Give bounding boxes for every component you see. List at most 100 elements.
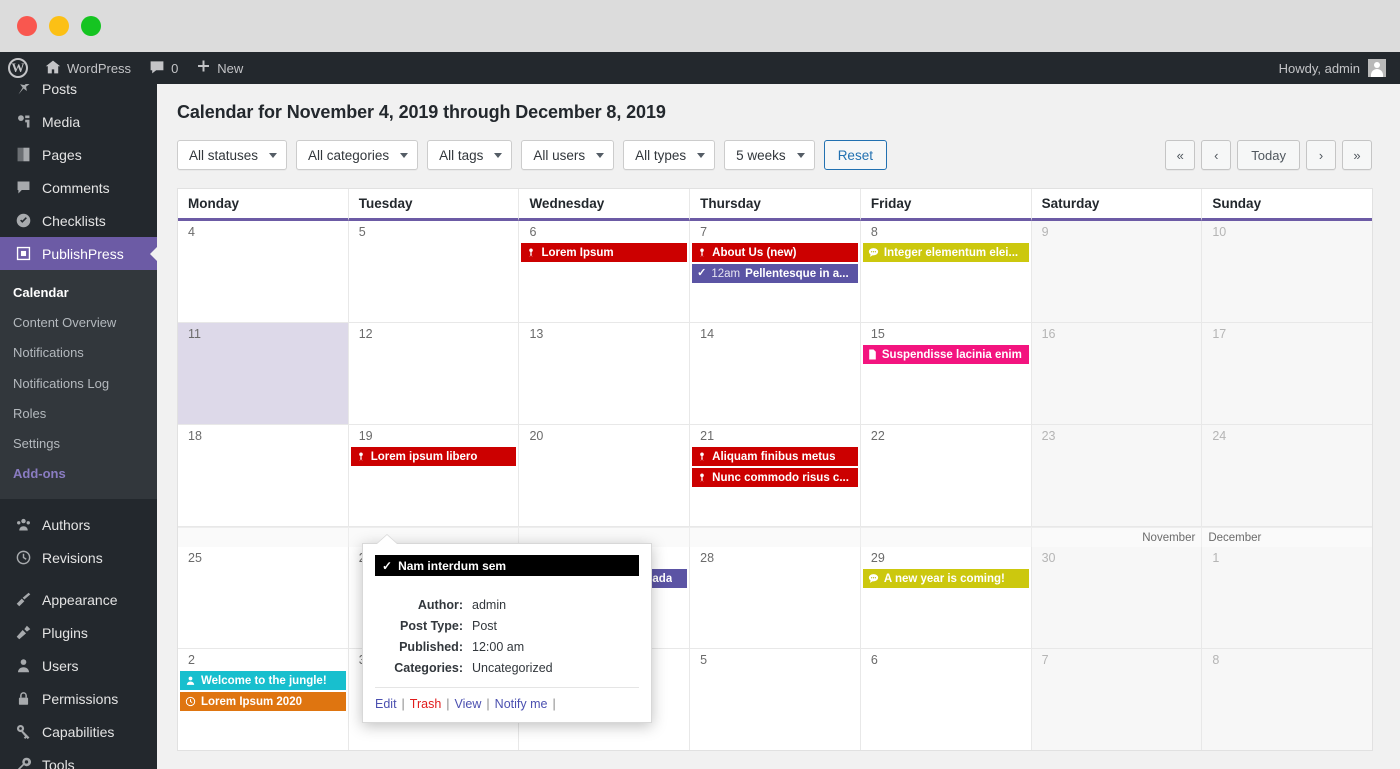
sidebar-item-publishpress[interactable]: PublishPress	[0, 237, 157, 270]
calendar-day-cell[interactable]: 22	[860, 425, 1032, 526]
calendar-day-cell[interactable]: 5	[690, 649, 861, 750]
calendar-day-cell[interactable]: 4	[178, 221, 349, 322]
calendar-event[interactable]: Nunc commodo risus c...	[692, 468, 858, 487]
close-window-button[interactable]	[17, 16, 37, 36]
new-content-menu[interactable]: New	[187, 52, 252, 84]
filter-types[interactable]: All types	[623, 140, 716, 170]
submenu-item-notifications[interactable]: Notifications	[0, 338, 157, 368]
sidebar-item-authors[interactable]: Authors	[0, 508, 157, 541]
calendar-day-cell[interactable]: 12	[348, 323, 520, 424]
sidebar-item-pages[interactable]: Pages	[0, 138, 157, 171]
calendar-event[interactable]: A new year is coming!	[862, 569, 1029, 588]
submenu-item-settings[interactable]: Settings	[0, 429, 157, 459]
sidebar-item-permissions[interactable]: Permissions	[0, 682, 157, 715]
calendar-day-cell[interactable]: 9	[1031, 221, 1203, 322]
submenu-item-roles[interactable]: Roles	[0, 399, 157, 429]
site-name-menu[interactable]: WordPress	[36, 52, 140, 84]
sidebar-item-media[interactable]: Media	[0, 105, 157, 138]
calendar-event[interactable]: Suspendisse lacinia enim	[862, 345, 1029, 364]
today-button[interactable]: Today	[1237, 140, 1300, 170]
filter-weeks[interactable]: 5 weeks	[724, 140, 815, 170]
submenu-item-calendar[interactable]: Calendar	[0, 278, 157, 308]
calendar-day-cell[interactable]: 24	[1202, 425, 1373, 526]
sidebar-item-tools[interactable]: Tools	[0, 748, 157, 769]
next-week-button[interactable]: ›	[1306, 140, 1336, 170]
calendar-event[interactable]: Lorem Ipsum	[521, 243, 688, 262]
sidebar-item-appearance[interactable]: Appearance	[0, 583, 157, 616]
calendar-day-cell[interactable]: 25	[178, 547, 349, 648]
calendar-toolbar: All statuses All categories All tags All…	[177, 140, 1400, 170]
day-number: 16	[1041, 327, 1056, 341]
calendar-day-cell[interactable]: 20	[519, 425, 691, 526]
calendar-day-cell[interactable]: 7 About Us (new) ✓ 12am Pellentesque in a...	[690, 221, 861, 322]
calendar-day-cell[interactable]: 2 Welcome to the jungle! Lorem Ipsum 2020	[178, 649, 349, 750]
trash-link[interactable]: Trash	[410, 697, 442, 711]
calendar-day-cell[interactable]: 23	[1031, 425, 1203, 526]
calendar-day-cell[interactable]: 6	[860, 649, 1032, 750]
minimize-window-button[interactable]	[49, 16, 69, 36]
submenu-item-notifications-log[interactable]: Notifications Log	[0, 369, 157, 399]
sidebar-item-checklists[interactable]: Checklists	[0, 204, 157, 237]
pin-icon	[697, 247, 707, 258]
calendar-day-cell[interactable]: 14	[690, 323, 861, 424]
calendar-day-cell[interactable]: 7	[1031, 649, 1203, 750]
comments-bubble[interactable]: 0	[140, 52, 187, 84]
calendar-day-cell[interactable]: 28	[690, 547, 861, 648]
sidebar-item-revisions[interactable]: Revisions	[0, 541, 157, 574]
calendar-event[interactable]: Lorem Ipsum 2020	[180, 692, 346, 711]
calendar-event[interactable]: Lorem ipsum libero	[350, 447, 517, 466]
calendar-day-cell[interactable]: 6 Lorem Ipsum	[519, 221, 691, 322]
day-number: 21	[700, 429, 715, 443]
calendar-day-cell[interactable]: 16	[1031, 323, 1203, 424]
calendar-event[interactable]: About Us (new)	[692, 243, 858, 262]
sidebar-item-posts[interactable]: Posts	[0, 84, 157, 105]
filter-tags[interactable]: All tags	[427, 140, 513, 170]
calendar-day-cell[interactable]: 10	[1202, 221, 1373, 322]
calendar-day-cell[interactable]: 11	[178, 323, 349, 424]
calendar-day-cell[interactable]: 19 Lorem ipsum libero	[348, 425, 520, 526]
notify-me-link[interactable]: Notify me	[495, 697, 548, 711]
filter-tags-value: All tags	[439, 147, 484, 163]
maximize-window-button[interactable]	[81, 16, 101, 36]
filter-status[interactable]: All statuses	[177, 140, 288, 170]
calendar-day-cell[interactable]: 18	[178, 425, 349, 526]
calendar-day-cell[interactable]: 30	[1031, 547, 1203, 648]
day-number: 6	[529, 225, 537, 239]
day-header-tuesday: Tuesday	[348, 189, 520, 221]
avatar	[1368, 59, 1386, 77]
calendar-body: 4 5 6 Lorem Ipsum 7 About Us (new) ✓ 12am Pellen…	[178, 221, 1373, 750]
view-link[interactable]: View	[455, 697, 482, 711]
sidebar-item-users[interactable]: Users	[0, 649, 157, 682]
calendar-day-cell[interactable]: 8	[1202, 649, 1373, 750]
calendar-event[interactable]: ✓ 12am Pellentesque in a...	[692, 264, 858, 283]
sidebar-item-capabilities[interactable]: Capabilities	[0, 715, 157, 748]
sidebar-item-comments[interactable]: Comments	[0, 171, 157, 204]
comment-icon	[868, 573, 879, 584]
calendar-event[interactable]: Aliquam finibus metus	[692, 447, 858, 466]
prev-month-button[interactable]: «	[1165, 140, 1196, 170]
calendar-day-cell[interactable]: 29 A new year is coming!	[860, 547, 1032, 648]
filter-users[interactable]: All users	[521, 140, 615, 170]
calendar-event[interactable]: Welcome to the jungle!	[180, 671, 346, 690]
publishpress-submenu[interactable]: Calendar Content Overview Notifications …	[0, 270, 157, 500]
account-menu[interactable]: Howdy, admin	[1279, 59, 1400, 77]
calendar-day-cell[interactable]: 21 Aliquam finibus metus Nunc commodo risu…	[690, 425, 861, 526]
submenu-item-addons[interactable]: Add-ons	[0, 459, 157, 489]
admin-sidebar[interactable]: Posts Media Pages Comments Checklists Pu…	[0, 84, 157, 769]
day-number: 9	[1041, 225, 1049, 239]
calendar-event[interactable]: Integer elementum elei...	[862, 243, 1029, 262]
submenu-item-content-overview[interactable]: Content Overview	[0, 308, 157, 338]
wordpress-logo-menu[interactable]: W	[0, 52, 36, 84]
calendar-day-cell[interactable]: 8 Integer elementum elei...	[860, 221, 1032, 322]
calendar-day-cell[interactable]: 1	[1202, 547, 1373, 648]
calendar-day-cell[interactable]: 15 Suspendisse lacinia enim	[860, 323, 1032, 424]
calendar-day-cell[interactable]: 5	[348, 221, 520, 322]
reset-button[interactable]: Reset	[823, 140, 887, 170]
calendar-day-cell[interactable]: 13	[519, 323, 691, 424]
prev-week-button[interactable]: ‹	[1201, 140, 1232, 170]
next-month-button[interactable]: »	[1342, 140, 1372, 170]
filter-categories[interactable]: All categories	[296, 140, 419, 170]
calendar-day-cell[interactable]: 17	[1202, 323, 1373, 424]
sidebar-item-plugins[interactable]: Plugins	[0, 616, 157, 649]
edit-link[interactable]: Edit	[375, 697, 397, 711]
